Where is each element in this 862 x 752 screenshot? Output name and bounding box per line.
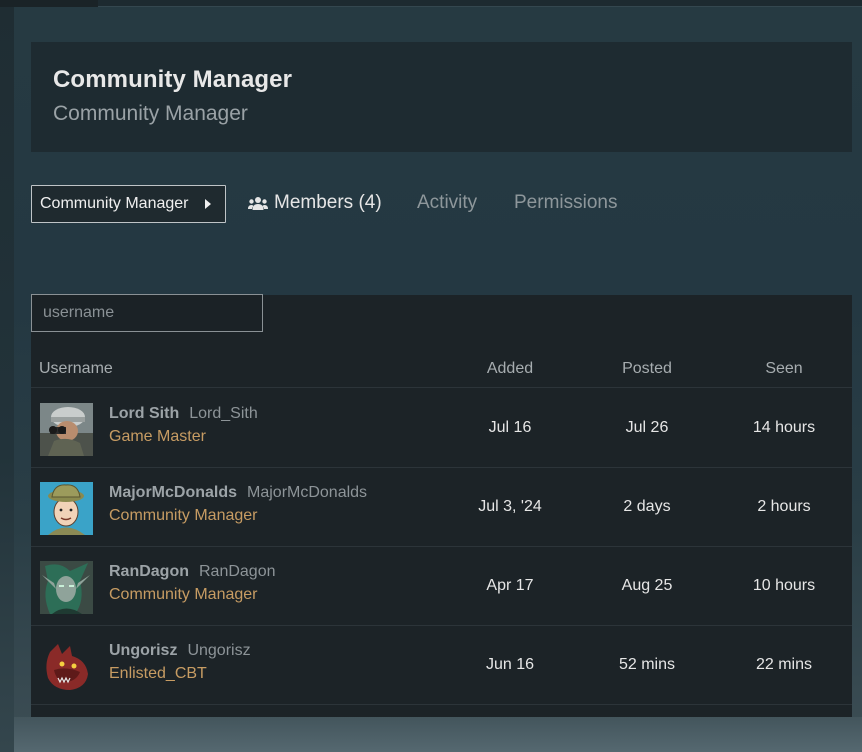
column-added[interactable]: Added [450, 360, 570, 378]
login-name: Ungorisz [187, 642, 251, 659]
soldier-avatar[interactable] [40, 403, 93, 456]
username-line: MajorMcDonalds MajorMcDonalds [109, 484, 367, 502]
added-date: Apr 17 [486, 577, 534, 594]
left-rail [0, 7, 14, 752]
posted-date: 2 days [623, 498, 671, 515]
login-name: MajorMcDonalds [247, 484, 368, 501]
page-title: Community Manager [53, 66, 293, 93]
page-background-footer [14, 717, 862, 752]
caret-right-icon [205, 199, 211, 209]
group-selector-label: Community Manager [40, 195, 189, 212]
top-bar [0, 0, 862, 7]
added-date: Jul 3, '24 [478, 498, 542, 515]
elf-avatar[interactable] [40, 561, 93, 614]
page-subtitle: Community Manager [53, 102, 248, 125]
group-selector-button[interactable]: Community Manager [31, 185, 226, 223]
tab-members[interactable]: Members (4) [248, 192, 382, 214]
dragon-avatar[interactable] [40, 640, 93, 693]
display-name-link[interactable]: MajorMcDonalds [109, 484, 237, 502]
group-header: Community Manager Community Manager [31, 42, 852, 152]
table-row: Lord Sith Lord_Sith Game Master Jul 16 J… [31, 389, 852, 468]
column-seen[interactable]: Seen [724, 360, 844, 378]
tab-activity-label: Activity [417, 192, 478, 213]
username-line: Lord Sith Lord_Sith [109, 405, 258, 423]
users-icon [248, 196, 268, 210]
display-name-link[interactable]: RanDagon [109, 563, 189, 581]
column-username[interactable]: Username [39, 360, 113, 378]
member-role: Enlisted_CBT [109, 665, 207, 682]
username-line: Ungorisz Ungorisz [109, 642, 251, 660]
added-date: Jun 16 [485, 656, 535, 673]
posted-date: 52 mins [618, 656, 676, 673]
added-date: Jul 16 [488, 419, 532, 436]
member-role: Community Manager [109, 586, 258, 603]
cartoon-soldier-avatar[interactable] [40, 482, 93, 535]
tab-permissions-label: Permissions [514, 192, 618, 213]
display-name-link[interactable]: Ungorisz [109, 642, 177, 660]
table-row: Ungorisz Ungorisz Enlisted_CBT Jun 16 52… [31, 626, 852, 705]
username-line: RanDagon RanDagon [109, 563, 276, 581]
login-name: Lord_Sith [189, 405, 258, 422]
member-role: Community Manager [109, 507, 258, 524]
posted-date: Jul 26 [625, 419, 669, 436]
posted-date: Aug 25 [621, 577, 673, 594]
members-panel: Username Added Posted Seen Lord Sith Lor… [31, 294, 852, 717]
login-name: RanDagon [199, 563, 276, 580]
username-search-input[interactable] [31, 294, 263, 332]
member-role: Game Master [109, 428, 206, 445]
seen-time: 22 mins [755, 656, 813, 673]
table-row: MajorMcDonalds MajorMcDonalds Community … [31, 468, 852, 547]
seen-time: 10 hours [752, 577, 816, 594]
display-name-link[interactable]: Lord Sith [109, 405, 179, 423]
column-posted[interactable]: Posted [587, 360, 707, 378]
tab-activity[interactable]: Activity [417, 192, 477, 214]
seen-time: 2 hours [757, 498, 811, 515]
tab-members-label: Members (4) [274, 192, 382, 213]
table-header: Username Added Posted Seen [31, 355, 852, 388]
table-row: RanDagon RanDagon Community Manager Apr … [31, 547, 852, 626]
seen-time: 14 hours [752, 419, 816, 436]
tab-permissions[interactable]: Permissions [514, 192, 617, 214]
top-bar-left [0, 0, 98, 7]
